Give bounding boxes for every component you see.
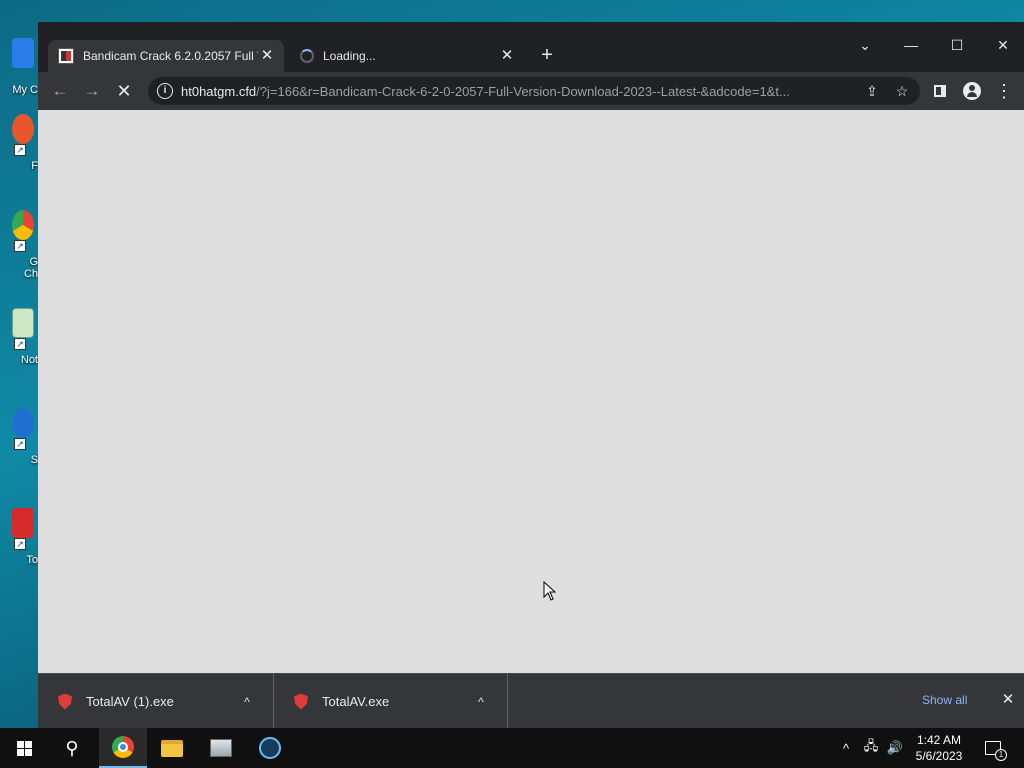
- network-icon[interactable]: 🖧: [860, 728, 882, 768]
- download-item[interactable]: TotalAV.exe ^: [274, 674, 508, 729]
- shield-icon: [294, 693, 308, 710]
- chrome-icon: [112, 736, 134, 758]
- chrome-icon: [12, 210, 34, 240]
- browser-window: Bandicam Crack 6.2.0.2057 Full Ve ✕ Load…: [38, 22, 1024, 729]
- download-item[interactable]: TotalAV (1).exe ^: [38, 674, 274, 729]
- browser-menu-button[interactable]: ⋮: [992, 79, 1016, 103]
- desktop-icon-my-computer[interactable]: My C: [0, 38, 38, 118]
- stop-loading-button[interactable]: ✕: [112, 79, 136, 103]
- maximize-button[interactable]: ☐: [934, 34, 980, 56]
- tab-search-button[interactable]: ⌄: [842, 34, 888, 56]
- taskbar-app[interactable]: [197, 728, 245, 768]
- bookmark-star-icon[interactable]: ☆: [890, 79, 914, 103]
- show-hidden-icons-button[interactable]: ^: [836, 728, 856, 768]
- clock-time: 1:42 AM: [916, 733, 962, 747]
- minimize-button[interactable]: —: [888, 34, 934, 56]
- start-button[interactable]: [0, 728, 48, 768]
- firefox-icon: [12, 114, 34, 144]
- desktop-icon-firefox[interactable]: ↗ F: [0, 114, 38, 194]
- tab-bandicam[interactable]: Bandicam Crack 6.2.0.2057 Full Ve ✕: [48, 40, 284, 72]
- taskbar-chrome[interactable]: [99, 728, 147, 768]
- side-panel-button[interactable]: [928, 79, 952, 103]
- tab-loading[interactable]: Loading... ✕: [288, 40, 524, 72]
- desktop-icon-label: To: [26, 554, 38, 566]
- profile-icon: [963, 82, 981, 100]
- chevron-up-icon[interactable]: ^: [471, 695, 491, 709]
- url-text[interactable]: ht0hatgm.cfd/?j=166&r=Bandicam-Crack-6-2…: [181, 84, 860, 99]
- volume-icon[interactable]: 🔊: [884, 728, 906, 768]
- tab-close-icon[interactable]: ✕: [258, 47, 276, 65]
- app-icon: [210, 739, 232, 757]
- desktop-icon-label: Not: [20, 354, 38, 366]
- chevron-up-icon[interactable]: ^: [237, 695, 257, 709]
- side-panel-icon: [934, 85, 946, 97]
- shortcut-arrow-icon: ↗: [14, 538, 26, 550]
- shortcut-arrow-icon: ↗: [14, 438, 26, 450]
- tab-title: Loading...: [323, 49, 376, 63]
- download-filename: TotalAV (1).exe: [86, 694, 174, 709]
- steam-icon: [12, 408, 34, 438]
- taskbar-steam[interactable]: [246, 728, 294, 768]
- share-icon[interactable]: ⇪: [860, 79, 884, 103]
- desktop-icon-label: F: [31, 160, 38, 172]
- show-all-downloads-link[interactable]: Show all: [922, 693, 967, 707]
- shield-icon: [12, 508, 34, 538]
- shortcut-arrow-icon: ↗: [14, 144, 26, 156]
- clock[interactable]: 1:42 AM 5/6/2023: [910, 728, 968, 768]
- notification-count-badge: 1: [995, 749, 1007, 761]
- mouse-cursor-icon: [543, 581, 557, 601]
- notification-icon: 1: [985, 741, 1007, 761]
- loading-spinner-icon: [300, 49, 314, 63]
- desktop-icon-steam[interactable]: ↗ S: [0, 408, 38, 488]
- windows-logo-icon: [16, 740, 32, 756]
- folder-icon: [161, 739, 183, 757]
- steam-icon: [259, 737, 281, 759]
- desktop-icon-google-chrome[interactable]: ↗ G Ch: [0, 210, 38, 290]
- close-download-shelf-button[interactable]: ✕: [998, 690, 1018, 710]
- desktop-icon-label: S: [30, 454, 38, 466]
- taskbar: ⚲ ^ 🖧 🔊 1:42 AM 5/6/2023 1: [0, 728, 1024, 768]
- notepad-icon: [12, 308, 34, 338]
- search-button[interactable]: ⚲: [48, 728, 96, 768]
- site-info-icon[interactable]: i: [157, 83, 173, 99]
- profile-button[interactable]: [960, 79, 984, 103]
- tab-close-icon[interactable]: ✕: [498, 47, 516, 65]
- taskbar-file-explorer[interactable]: [148, 728, 196, 768]
- tab-strip: Bandicam Crack 6.2.0.2057 Full Ve ✕ Load…: [38, 22, 1024, 72]
- shield-icon: [58, 693, 72, 710]
- search-icon: ⚲: [65, 737, 79, 758]
- page-content[interactable]: [38, 110, 1024, 673]
- desktop-icon-label: My C: [12, 84, 38, 96]
- desktop-icon-totalav[interactable]: ↗ To: [0, 508, 38, 588]
- forward-button[interactable]: →: [80, 79, 104, 103]
- address-bar[interactable]: i ht0hatgm.cfd/?j=166&r=Bandicam-Crack-6…: [148, 77, 920, 105]
- shortcut-arrow-icon: ↗: [14, 338, 26, 350]
- desktop-icon-notepad[interactable]: ↗ Not: [0, 308, 38, 388]
- tab-title: Bandicam Crack 6.2.0.2057 Full Ve: [83, 49, 258, 63]
- desktop-icon-label: G Ch: [23, 256, 38, 280]
- shortcut-arrow-icon: ↗: [14, 240, 26, 252]
- clock-date: 5/6/2023: [915, 749, 963, 763]
- new-tab-button[interactable]: +: [536, 44, 558, 66]
- back-button[interactable]: ←: [48, 79, 72, 103]
- site-favicon-icon: [58, 48, 74, 64]
- computer-icon: [12, 38, 34, 68]
- action-center-button[interactable]: 1: [978, 728, 1008, 768]
- browser-toolbar: ← → ✕ i ht0hatgm.cfd/?j=166&r=Bandicam-C…: [38, 72, 1024, 110]
- url-host: ht0hatgm.cfd: [181, 83, 257, 99]
- close-window-button[interactable]: ✕: [980, 34, 1024, 56]
- download-filename: TotalAV.exe: [322, 694, 390, 709]
- url-path: /?j=166&r=Bandicam-Crack-6-2-0-2057-Full…: [256, 83, 790, 99]
- download-shelf: TotalAV (1).exe ^ TotalAV.exe ^ Show all…: [38, 673, 1024, 729]
